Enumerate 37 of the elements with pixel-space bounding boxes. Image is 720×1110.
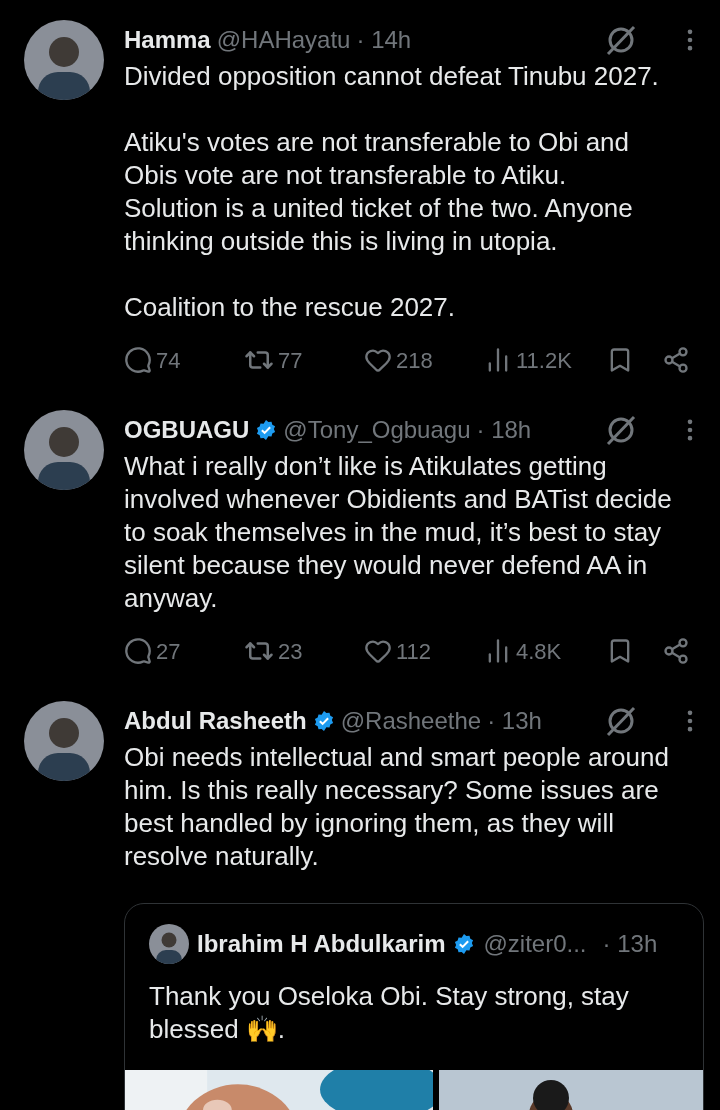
- author-handle[interactable]: @Rasheethe: [340, 703, 482, 739]
- post-text: What i really don’t like is Atikulates getting involved whenever Obidients and BATist decide to soak themselves in the mud, it’s best to stay silent because they would never defend AA in anyway.: [124, 450, 673, 615]
- slashed-circle-icon[interactable]: [604, 704, 638, 738]
- post-text: Coalition to the rescue 2027.: [124, 291, 456, 324]
- quoted-post[interactable]: Ibrahim H Abdulkarim @ziter0... · 13h Thank you Oseloka Obi. Stay strong, stay blessed 🙌.: [124, 903, 704, 1110]
- reply-icon[interactable]: [124, 346, 152, 374]
- post-text: Divided opposition cannot defeat Tinubu 2027.: [124, 60, 660, 93]
- like-icon[interactable]: [364, 637, 392, 665]
- author-handle[interactable]: @HAHayatu: [216, 22, 351, 58]
- author-name[interactable]: Hamma: [124, 22, 211, 58]
- view-count: 4.8K: [516, 637, 562, 666]
- reply-count: 74: [156, 346, 181, 375]
- post-time: · 18h: [476, 415, 532, 445]
- like-count: 218: [396, 346, 433, 375]
- author-name: Ibrahim H Abdulkarim: [197, 929, 446, 959]
- share-icon[interactable]: [662, 637, 690, 665]
- slashed-circle-icon[interactable]: [604, 413, 638, 447]
- post-time: · 13h: [487, 706, 542, 736]
- post-time: · 13h: [602, 929, 658, 959]
- post-text: Thank you Oseloka Obi. Stay strong, stay blessed 🙌.: [148, 980, 630, 1046]
- reply-count: 27: [156, 637, 181, 666]
- avatar[interactable]: [149, 924, 189, 964]
- repost-count: 23: [278, 637, 303, 666]
- author-name[interactable]: Abdul Rasheeth: [124, 703, 307, 739]
- like-count: 112: [396, 637, 432, 666]
- slashed-circle-icon[interactable]: [604, 23, 638, 57]
- repost-count: 77: [278, 346, 303, 375]
- post-time: · 14h: [356, 25, 412, 55]
- post-text: Atiku's votes are not transferable to Obi and Obis vote are not transferable to Atiku. Solution is a united ticket of the two. Anyone thinking outside this is living in utopia.: [124, 126, 634, 258]
- share-icon[interactable]: [662, 346, 690, 374]
- author-handle[interactable]: @Tony_Ogbuagu: [283, 412, 471, 448]
- reply-icon[interactable]: [124, 637, 152, 665]
- author-handle: @ziter0...: [483, 929, 587, 959]
- post-text: Obi needs intellectual and smart people around him. Is this really necessary? Some issues are best handled by ignoring them, as they will resolve naturally.: [124, 741, 670, 873]
- view-count: 11.2K: [516, 346, 572, 375]
- author-name[interactable]: OGBUAGU: [124, 412, 250, 448]
- like-icon[interactable]: [364, 346, 392, 374]
